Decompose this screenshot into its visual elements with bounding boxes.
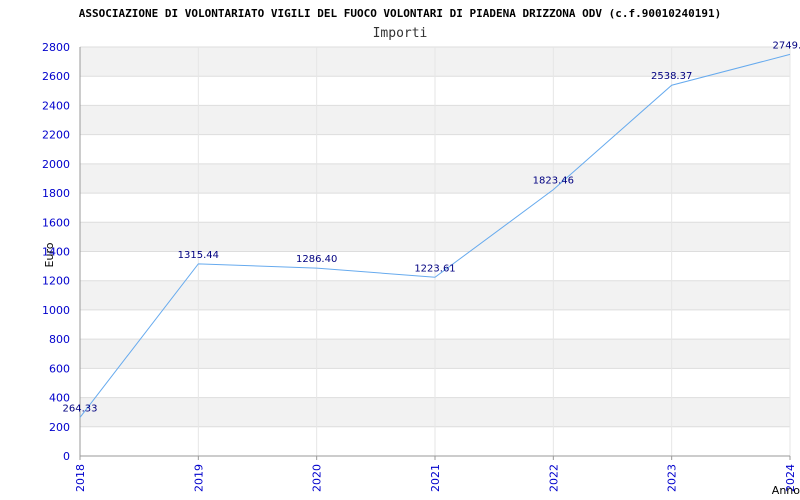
x-axis-label: Anno (772, 484, 800, 497)
data-label: 1223.61 (414, 263, 455, 274)
y-tick-label: 2600 (42, 70, 70, 83)
data-label: 1823.46 (533, 176, 574, 187)
y-tick-label: 0 (63, 450, 70, 463)
chart-title: ASSOCIAZIONE DI VOLONTARIATO VIGILI DEL … (79, 7, 721, 20)
y-tick-label: 800 (49, 333, 70, 346)
data-label: 1315.44 (178, 250, 219, 261)
data-label: 2538.37 (651, 71, 692, 82)
y-tick-label: 2000 (42, 158, 70, 171)
x-tick-label: 2021 (429, 464, 442, 492)
y-tick-label: 200 (49, 421, 70, 434)
y-tick-label: 1200 (42, 275, 70, 288)
y-tick-label: 2800 (42, 41, 70, 54)
line-chart: ASSOCIAZIONE DI VOLONTARIATO VIGILI DEL … (42, 7, 800, 497)
data-label: 264.33 (63, 403, 98, 414)
x-tick-label: 2022 (547, 464, 560, 492)
y-tick-label: 1800 (42, 187, 70, 200)
data-label: 2749.2 (773, 40, 800, 51)
y-tick-label: 2200 (42, 129, 70, 142)
y-tick-label: 2400 (42, 99, 70, 112)
data-label: 1286.40 (296, 254, 337, 265)
chart-subtitle: Importi (373, 26, 428, 41)
y-axis-label: Euro (43, 242, 56, 267)
x-tick-label: 2018 (74, 464, 87, 492)
y-tick-label: 1600 (42, 216, 70, 229)
x-axis-ticks: 2018 2019 2020 2021 2022 2023 2024 (74, 456, 797, 492)
x-tick-label: 2020 (311, 464, 324, 492)
y-tick-label: 1000 (42, 304, 70, 317)
y-tick-label: 600 (49, 362, 70, 375)
x-tick-label: 2023 (666, 464, 679, 492)
x-tick-label: 2019 (192, 464, 205, 492)
